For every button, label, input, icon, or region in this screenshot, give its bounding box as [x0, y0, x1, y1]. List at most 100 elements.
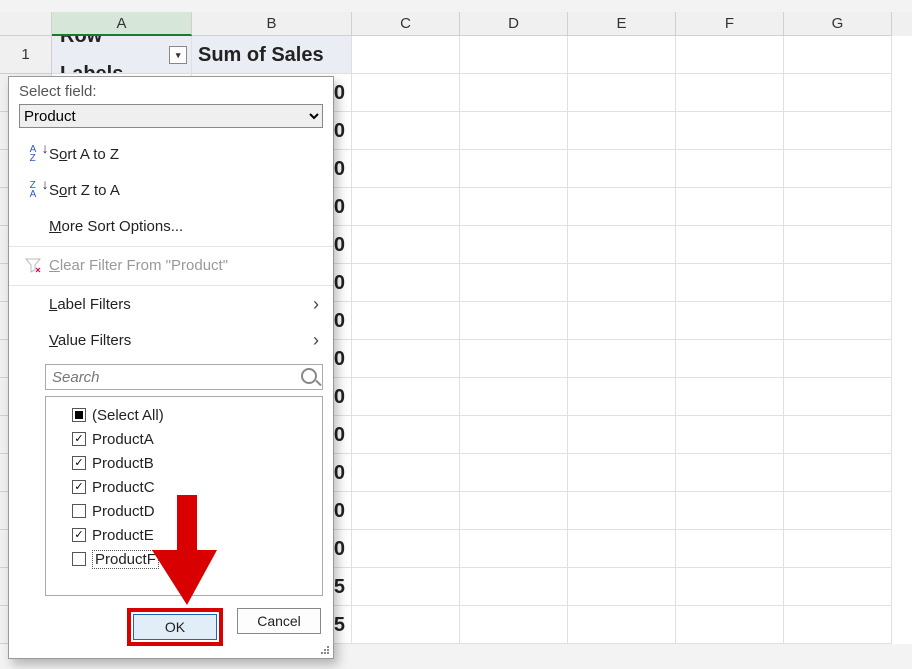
cell[interactable]	[352, 112, 460, 150]
filter-item[interactable]: ProductD	[52, 499, 316, 523]
cell[interactable]	[676, 530, 784, 568]
filter-item[interactable]: ✓ProductE	[52, 523, 316, 547]
cell[interactable]	[460, 112, 568, 150]
cell[interactable]	[676, 378, 784, 416]
filter-item[interactable]: ProductF	[52, 547, 316, 571]
cell[interactable]	[460, 226, 568, 264]
cell[interactable]	[460, 264, 568, 302]
cell[interactable]	[784, 36, 892, 74]
cell[interactable]	[460, 606, 568, 644]
cell[interactable]	[460, 568, 568, 606]
cell[interactable]	[568, 264, 676, 302]
cell[interactable]	[568, 36, 676, 74]
ok-button[interactable]: OK	[133, 614, 217, 640]
cell[interactable]	[676, 416, 784, 454]
cell[interactable]	[352, 302, 460, 340]
cell[interactable]	[568, 606, 676, 644]
cell[interactable]	[676, 112, 784, 150]
column-header-F[interactable]: F	[676, 12, 784, 36]
cell[interactable]	[784, 150, 892, 188]
checkbox[interactable]: ✓	[72, 456, 86, 470]
cell[interactable]	[568, 188, 676, 226]
cell[interactable]	[676, 492, 784, 530]
cell[interactable]	[460, 74, 568, 112]
cell[interactable]	[784, 530, 892, 568]
column-header-G[interactable]: G	[784, 12, 892, 36]
pivot-row-labels-header[interactable]: Row Labels ▾	[52, 36, 192, 74]
select-all-corner[interactable]	[0, 12, 52, 36]
cell[interactable]	[568, 150, 676, 188]
cell[interactable]	[784, 188, 892, 226]
checkbox[interactable]: ✓	[72, 480, 86, 494]
cell[interactable]	[784, 492, 892, 530]
cell[interactable]	[460, 340, 568, 378]
cell[interactable]	[352, 188, 460, 226]
value-filters[interactable]: Value Filters ›	[9, 322, 333, 358]
cell[interactable]	[352, 378, 460, 416]
cell[interactable]	[568, 492, 676, 530]
filter-dropdown-icon[interactable]: ▾	[169, 46, 187, 64]
cell[interactable]	[460, 530, 568, 568]
cell[interactable]	[460, 416, 568, 454]
cell[interactable]	[784, 340, 892, 378]
search-input[interactable]	[45, 364, 323, 390]
cell[interactable]	[784, 226, 892, 264]
cell[interactable]	[460, 150, 568, 188]
cell[interactable]	[676, 302, 784, 340]
field-select[interactable]: Product	[19, 104, 323, 128]
filter-checklist[interactable]: (Select All)✓ProductA✓ProductB✓ProductCP…	[45, 396, 323, 596]
cell[interactable]	[568, 416, 676, 454]
cell[interactable]	[676, 454, 784, 492]
checkbox[interactable]	[72, 504, 86, 518]
cell[interactable]	[676, 150, 784, 188]
cell[interactable]	[568, 378, 676, 416]
cell[interactable]	[460, 378, 568, 416]
cell[interactable]	[352, 340, 460, 378]
cell[interactable]	[460, 188, 568, 226]
cell[interactable]	[676, 264, 784, 302]
column-header-A[interactable]: A	[52, 12, 192, 36]
cell[interactable]	[568, 112, 676, 150]
checkbox[interactable]	[72, 408, 86, 422]
cell[interactable]	[784, 606, 892, 644]
cell[interactable]	[784, 416, 892, 454]
column-header-E[interactable]: E	[568, 12, 676, 36]
sort-a-to-z[interactable]: AZ Sort A to Z	[9, 136, 333, 172]
cell[interactable]	[784, 302, 892, 340]
cell[interactable]	[676, 606, 784, 644]
column-header-C[interactable]: C	[352, 12, 460, 36]
more-sort-options[interactable]: More Sort Options...	[9, 208, 333, 244]
cell[interactable]	[352, 36, 460, 74]
column-header-B[interactable]: B	[192, 12, 352, 36]
cell[interactable]	[568, 454, 676, 492]
cell[interactable]	[568, 530, 676, 568]
checkbox[interactable]: ✓	[72, 432, 86, 446]
cancel-button[interactable]: Cancel	[237, 608, 321, 634]
cell[interactable]	[352, 226, 460, 264]
cell[interactable]	[460, 492, 568, 530]
cell[interactable]	[352, 606, 460, 644]
cell[interactable]	[460, 36, 568, 74]
filter-item[interactable]: ✓ProductA	[52, 427, 316, 451]
cell[interactable]	[568, 302, 676, 340]
cell[interactable]	[784, 264, 892, 302]
row-header-1[interactable]: 1	[0, 36, 52, 74]
cell[interactable]	[568, 74, 676, 112]
cell[interactable]	[568, 340, 676, 378]
cell[interactable]	[352, 454, 460, 492]
column-header-D[interactable]: D	[460, 12, 568, 36]
cell[interactable]	[352, 74, 460, 112]
cell[interactable]	[676, 188, 784, 226]
filter-item[interactable]: ✓ProductB	[52, 451, 316, 475]
checkbox[interactable]	[72, 552, 86, 566]
cell[interactable]	[352, 416, 460, 454]
checkbox[interactable]: ✓	[72, 528, 86, 542]
cell[interactable]	[352, 150, 460, 188]
cell[interactable]	[676, 74, 784, 112]
cell[interactable]	[784, 378, 892, 416]
cell[interactable]	[568, 226, 676, 264]
cell[interactable]	[676, 568, 784, 606]
cell[interactable]	[676, 226, 784, 264]
cell[interactable]	[784, 74, 892, 112]
cell[interactable]	[352, 264, 460, 302]
